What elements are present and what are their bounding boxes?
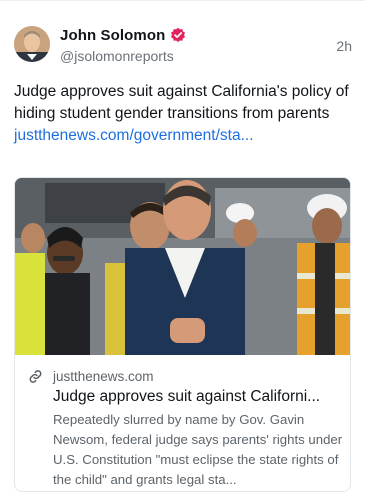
post-timestamp[interactable]: 2h <box>336 38 352 54</box>
author-avatar[interactable] <box>14 26 50 62</box>
card-photo <box>15 178 350 355</box>
social-post[interactable]: John Solomon @jsolomonreports 2h Judge a… <box>0 0 365 500</box>
card-domain-row: justthenews.com <box>27 367 340 385</box>
link-preview-card[interactable]: justthenews.com Judge approves suit agai… <box>14 177 351 492</box>
post-link[interactable]: justthenews.com/government/sta... <box>14 127 254 144</box>
author-name[interactable]: John Solomon <box>60 27 165 44</box>
card-domain: justthenews.com <box>53 368 154 384</box>
post-text: Judge approves suit against California's… <box>14 81 354 147</box>
card-body: justthenews.com Judge approves suit agai… <box>15 355 350 491</box>
avatar-image <box>14 26 50 62</box>
post-body-text: Judge approves suit against California's… <box>14 83 349 122</box>
name-row: John Solomon <box>60 26 186 44</box>
card-title[interactable]: Judge approves suit against Californi... <box>53 388 348 406</box>
link-icon <box>29 369 42 383</box>
verified-badge-icon <box>171 27 186 42</box>
card-description: Repeatedly slurred by name by Gov. Gavin… <box>53 412 343 487</box>
post-header: John Solomon @jsolomonreports 2h <box>14 26 354 70</box>
card-image[interactable] <box>15 178 350 355</box>
author-handle[interactable]: @jsolomonreports <box>60 48 174 64</box>
